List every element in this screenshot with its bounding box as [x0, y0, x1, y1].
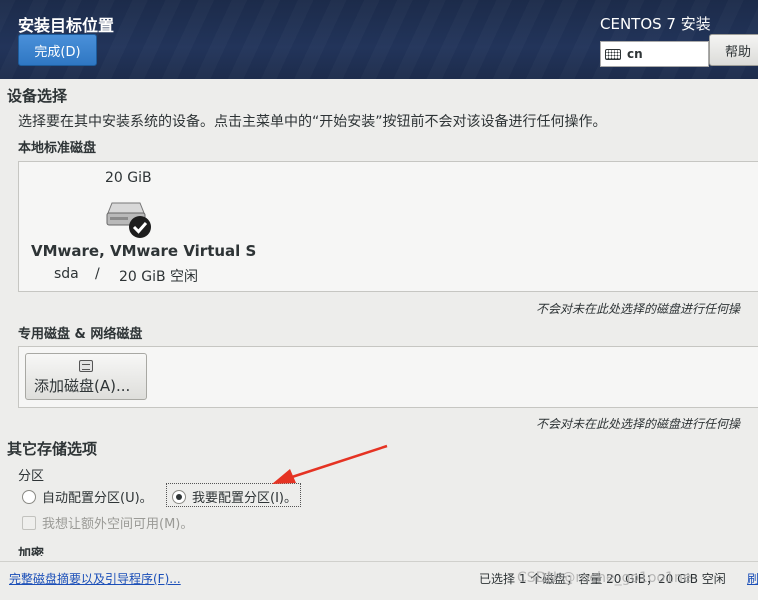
- annotation-arrow: [272, 444, 388, 484]
- done-button[interactable]: 完成(D): [18, 34, 97, 66]
- product-title: CENTOS 7 安装: [600, 15, 711, 33]
- keyboard-layout-label: cn: [627, 47, 643, 61]
- help-button[interactable]: 帮助: [709, 34, 758, 66]
- keyboard-icon: [605, 48, 621, 60]
- page-title: 安装目标位置: [18, 16, 115, 35]
- keyboard-layout-indicator[interactable]: cn: [600, 41, 709, 67]
